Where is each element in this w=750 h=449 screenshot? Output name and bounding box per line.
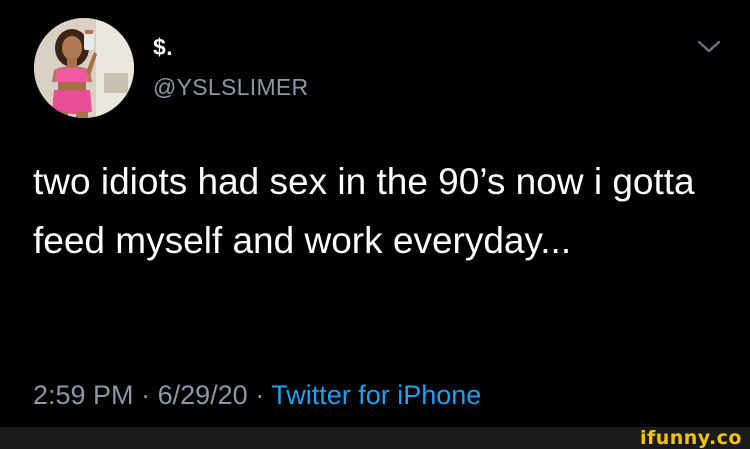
tweet-source-link[interactable]: Twitter for iPhone bbox=[271, 380, 481, 410]
watermark-bar: ifunny.co bbox=[0, 427, 750, 449]
meta-separator: · bbox=[255, 380, 265, 410]
chevron-down-icon[interactable] bbox=[696, 38, 722, 56]
tweet-meta: 2:59 PM · 6/29/20 · Twitter for iPhone bbox=[33, 380, 481, 411]
profile-photo bbox=[34, 18, 134, 118]
user-handle[interactable]: @YSLSLIMER bbox=[153, 74, 308, 101]
meta-separator: · bbox=[141, 380, 151, 410]
tweet-date[interactable]: 6/29/20 bbox=[158, 380, 248, 410]
tweet-screenshot: $. @YSLSLIMER two idiots had sex in the … bbox=[0, 0, 750, 449]
tweet-time[interactable]: 2:59 PM bbox=[33, 380, 134, 410]
avatar[interactable] bbox=[34, 18, 134, 118]
display-name[interactable]: $. bbox=[153, 34, 173, 61]
tweet-text: two idiots had sex in the 90’s now i got… bbox=[33, 161, 695, 261]
ifunny-watermark: ifunny.co bbox=[639, 427, 742, 449]
